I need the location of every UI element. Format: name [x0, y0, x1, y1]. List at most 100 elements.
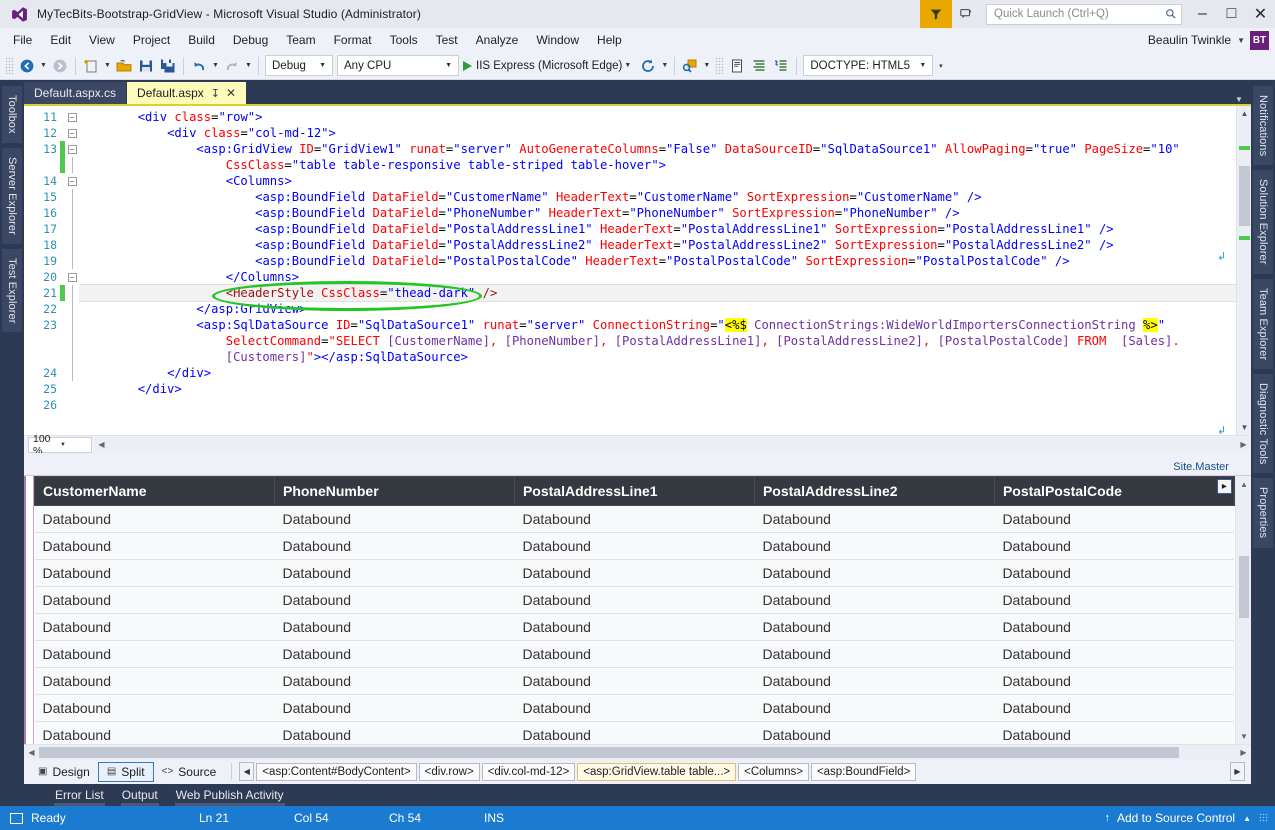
- add-to-source-control-button[interactable]: Add to Source Control: [1117, 811, 1235, 825]
- maximize-button[interactable]: □: [1217, 0, 1246, 28]
- menu-item-project[interactable]: Project: [124, 30, 179, 50]
- outlining-collapse-icon[interactable]: −: [68, 177, 77, 186]
- table-cell[interactable]: Databound: [35, 560, 275, 587]
- table-cell[interactable]: Databound: [514, 533, 754, 560]
- table-cell[interactable]: Databound: [274, 641, 514, 668]
- breadcrumb-item-columns[interactable]: <Columns>: [738, 763, 809, 781]
- breadcrumb-item-content[interactable]: <asp:Content#BodyContent>: [256, 763, 416, 781]
- format-selection-icon[interactable]: [770, 54, 792, 78]
- menu-item-format[interactable]: Format: [325, 30, 381, 50]
- split-view-button[interactable]: ▤ Split: [98, 762, 154, 782]
- toolbar-grip-2[interactable]: [715, 57, 724, 74]
- table-cell[interactable]: Databound: [274, 587, 514, 614]
- undo-icon[interactable]: [188, 54, 210, 78]
- browser-link-icon[interactable]: [679, 54, 701, 78]
- scroll-up-arrow-icon[interactable]: ▲: [1237, 106, 1251, 121]
- scroll-right-arrow-icon[interactable]: ▶: [1236, 440, 1251, 449]
- table-row[interactable]: DataboundDataboundDataboundDataboundData…: [35, 560, 1235, 587]
- scrollbar-thumb[interactable]: [1239, 556, 1249, 618]
- user-account-area[interactable]: Beaulin Twinkle ▼ BT: [1148, 31, 1275, 50]
- table-cell[interactable]: Databound: [754, 641, 994, 668]
- chevron-down-icon[interactable]: ▼: [441, 62, 456, 69]
- table-cell[interactable]: Databound: [754, 506, 994, 533]
- table-cell[interactable]: Databound: [754, 560, 994, 587]
- table-cell[interactable]: Databound: [274, 695, 514, 722]
- table-row[interactable]: DataboundDataboundDataboundDataboundData…: [35, 641, 1235, 668]
- browser-link-dropdown-icon[interactable]: ▼: [701, 54, 712, 78]
- table-cell[interactable]: Databound: [514, 722, 754, 745]
- table-cell[interactable]: Databound: [994, 533, 1234, 560]
- refresh-browser-link-icon[interactable]: [637, 54, 659, 78]
- table-cell[interactable]: Databound: [35, 641, 275, 668]
- minimize-button[interactable]: –: [1188, 0, 1217, 28]
- open-file-icon[interactable]: [113, 54, 135, 78]
- code-line[interactable]: <asp:BoundField DataField="CustomerName"…: [79, 189, 1236, 205]
- table-cell[interactable]: Databound: [994, 641, 1234, 668]
- tab-error-list[interactable]: Error List: [46, 788, 113, 802]
- breadcrumb-scroll-right-icon[interactable]: ▶: [1230, 762, 1245, 781]
- configuration-combo[interactable]: Debug ▼: [265, 55, 333, 76]
- table-row[interactable]: DataboundDataboundDataboundDataboundData…: [35, 587, 1235, 614]
- menu-item-build[interactable]: Build: [179, 30, 224, 50]
- menu-item-view[interactable]: View: [80, 30, 124, 50]
- code-line[interactable]: <asp:BoundField DataField="PhoneNumber" …: [79, 205, 1236, 221]
- outlining-collapse-icon[interactable]: −: [68, 145, 77, 154]
- table-row[interactable]: DataboundDataboundDataboundDataboundData…: [35, 668, 1235, 695]
- chevron-down-icon[interactable]: ▼: [1237, 36, 1245, 45]
- redo-dropdown-icon[interactable]: ▼: [243, 54, 254, 78]
- status-right-group[interactable]: ↑ Add to Source Control ▲: [1105, 811, 1275, 825]
- code-line[interactable]: SelectCommand="SELECT [CustomerName], [P…: [79, 333, 1236, 349]
- code-line-current[interactable]: <HeaderStyle CssClass="thead-dark" />: [79, 285, 1236, 301]
- design-vertical-scrollbar[interactable]: ▲ ▼: [1235, 476, 1251, 744]
- code-line[interactable]: <asp:GridView ID="GridView1" runat="serv…: [79, 141, 1236, 157]
- table-cell[interactable]: Databound: [274, 722, 514, 745]
- table-cell[interactable]: Databound: [35, 506, 275, 533]
- table-cell[interactable]: Databound: [994, 695, 1234, 722]
- source-view-button[interactable]: <> Source: [154, 762, 225, 782]
- design-view-button[interactable]: ▣ Design: [30, 762, 98, 782]
- navigate-forward-icon[interactable]: [49, 54, 71, 78]
- sidebar-item-test-explorer[interactable]: Test Explorer: [2, 249, 22, 333]
- column-header-postalpostalcode[interactable]: PostalPostalCode: [994, 477, 1234, 506]
- table-cell[interactable]: Databound: [994, 560, 1234, 587]
- table-cell[interactable]: Databound: [754, 668, 994, 695]
- save-all-icon[interactable]: [157, 54, 179, 78]
- sidebar-item-solution-explorer[interactable]: Solution Explorer: [1253, 170, 1273, 273]
- resize-grip[interactable]: [1259, 813, 1269, 823]
- chevron-down-icon[interactable]: ▼: [315, 62, 330, 69]
- design-surface[interactable]: ▸ CustomerName PhoneNumber PostalAddress…: [24, 475, 1251, 744]
- column-header-postaladdressline1[interactable]: PostalAddressLine1: [514, 477, 754, 506]
- close-button[interactable]: ✕: [1246, 0, 1275, 28]
- code-line[interactable]: </div>: [79, 381, 1236, 397]
- code-line[interactable]: </asp:GridView>: [79, 301, 1236, 317]
- table-cell[interactable]: Databound: [514, 506, 754, 533]
- table-cell[interactable]: Databound: [514, 587, 754, 614]
- breadcrumb-item-div-col[interactable]: <div.col-md-12>: [482, 763, 576, 781]
- table-cell[interactable]: Databound: [514, 560, 754, 587]
- notification-flag-icon[interactable]: [952, 0, 980, 28]
- menu-item-debug[interactable]: Debug: [224, 30, 277, 50]
- breadcrumb-scroll-left-icon[interactable]: ◀: [239, 762, 254, 781]
- tab-default-aspx-cs[interactable]: Default.aspx.cs: [24, 82, 126, 104]
- scroll-right-arrow-icon[interactable]: ▶: [1236, 748, 1251, 757]
- gridview-smart-tag-icon[interactable]: ▸: [1217, 479, 1232, 494]
- design-horizontal-scrollbar[interactable]: ◀ ▶: [24, 744, 1251, 759]
- scroll-down-arrow-icon[interactable]: ▼: [1236, 728, 1251, 744]
- scrollbar-thumb[interactable]: [39, 747, 1179, 758]
- format-document-icon[interactable]: [748, 54, 770, 78]
- code-outlining-margin[interactable]: −−−−−: [65, 106, 79, 435]
- table-cell[interactable]: Databound: [35, 695, 275, 722]
- sidebar-item-notifications[interactable]: Notifications: [1253, 86, 1273, 165]
- menu-item-file[interactable]: File: [4, 30, 41, 50]
- save-icon[interactable]: [135, 54, 157, 78]
- sidebar-item-server-explorer[interactable]: Server Explorer: [2, 148, 22, 244]
- breadcrumb-item-boundfield[interactable]: <asp:BoundField>: [811, 763, 916, 781]
- table-cell[interactable]: Databound: [514, 614, 754, 641]
- code-line[interactable]: [79, 397, 1236, 413]
- sidebar-item-properties[interactable]: Properties: [1253, 478, 1273, 547]
- code-line[interactable]: </Columns>: [79, 269, 1236, 285]
- tab-overflow-chevron-icon[interactable]: ▼: [1235, 95, 1251, 104]
- avatar[interactable]: BT: [1250, 31, 1269, 50]
- sidebar-item-team-explorer[interactable]: Team Explorer: [1253, 279, 1273, 369]
- editor-vertical-scrollbar[interactable]: ▲ ▼: [1236, 106, 1251, 435]
